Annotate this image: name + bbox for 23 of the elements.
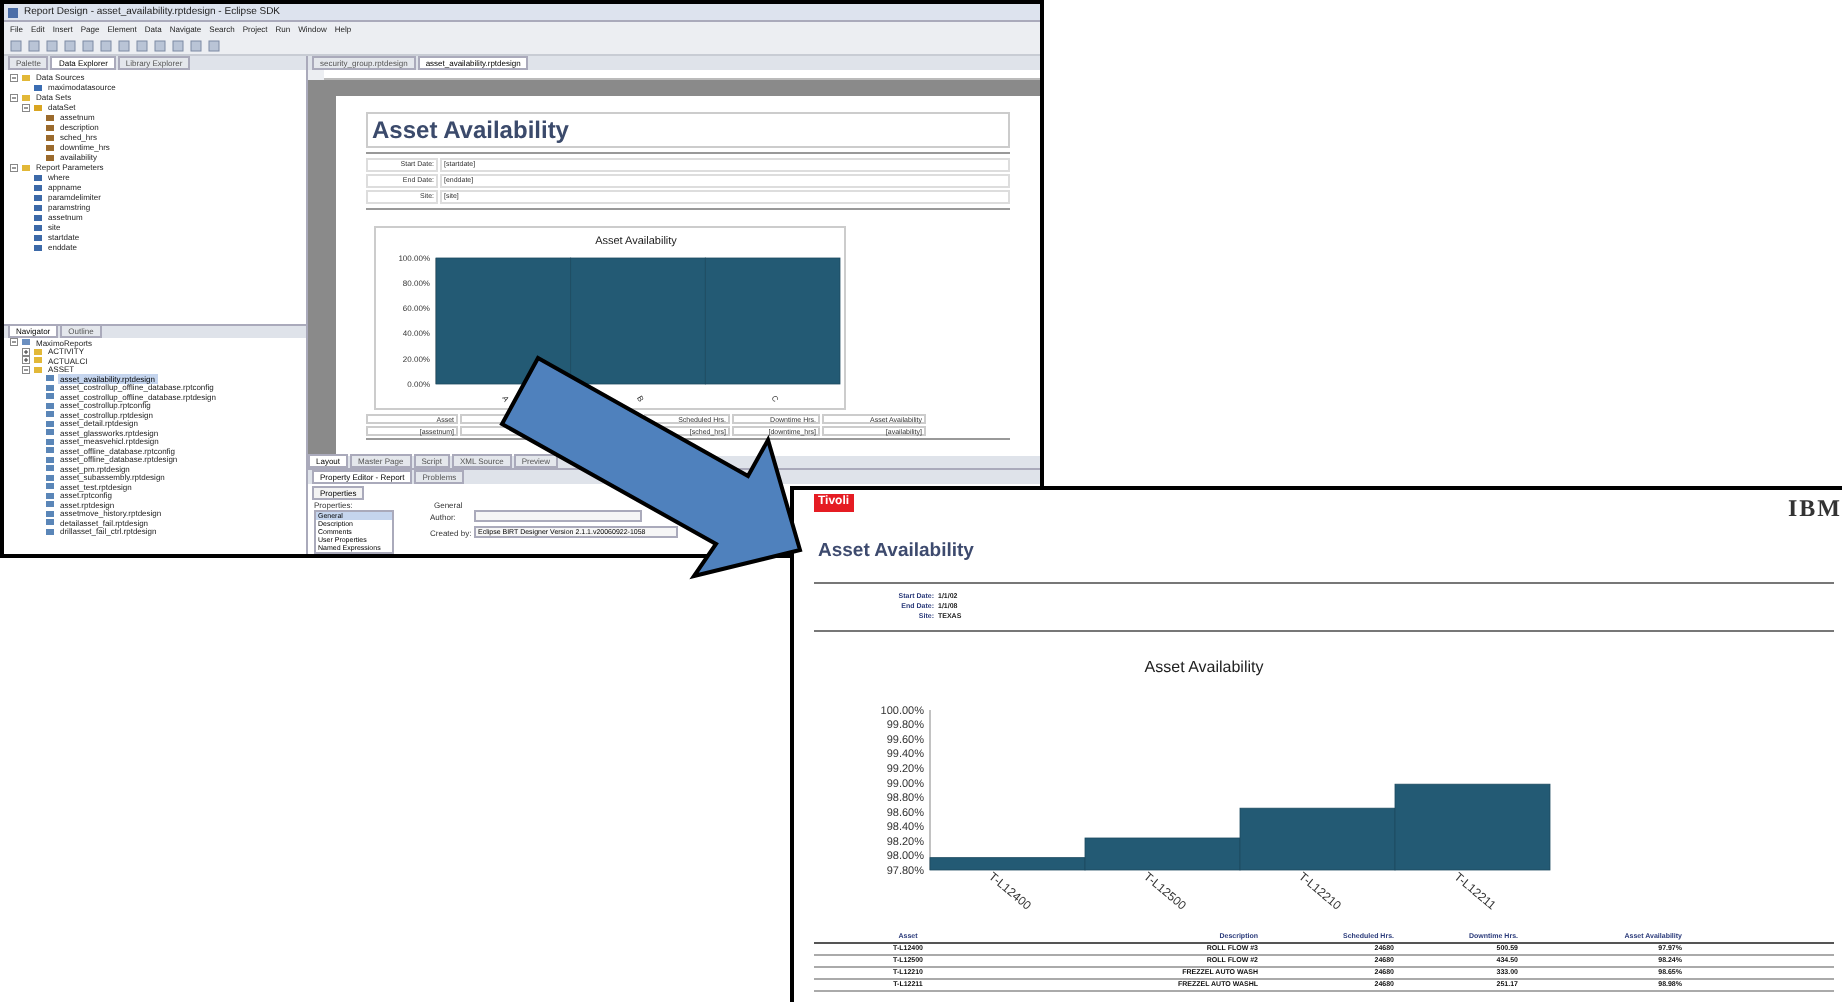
collapse-icon[interactable] xyxy=(22,365,30,374)
database-icon xyxy=(34,83,42,91)
expand-icon[interactable] xyxy=(22,356,30,365)
chart-title: Asset Availability xyxy=(1144,658,1264,676)
dataset-icon xyxy=(34,103,42,111)
bar xyxy=(435,257,572,385)
collapse-icon[interactable] xyxy=(10,93,18,101)
folder-icon xyxy=(22,93,30,101)
expand-icon[interactable] xyxy=(22,347,30,356)
window-icon xyxy=(8,7,18,17)
ibm-logo: IBM xyxy=(1788,494,1842,522)
report-title: Asset Availability xyxy=(818,540,974,562)
bar xyxy=(704,257,841,385)
bar xyxy=(570,257,706,385)
collapse-icon[interactable] xyxy=(10,163,18,171)
collapse-icon[interactable] xyxy=(22,103,30,111)
report-title: Asset Availability xyxy=(372,115,569,144)
collapse-icon[interactable] xyxy=(10,73,18,81)
folder-icon xyxy=(22,163,30,171)
project-icon xyxy=(22,338,30,347)
input-field[interactable] xyxy=(474,510,642,522)
collapse-icon[interactable] xyxy=(10,338,18,347)
folder-icon xyxy=(22,73,30,81)
